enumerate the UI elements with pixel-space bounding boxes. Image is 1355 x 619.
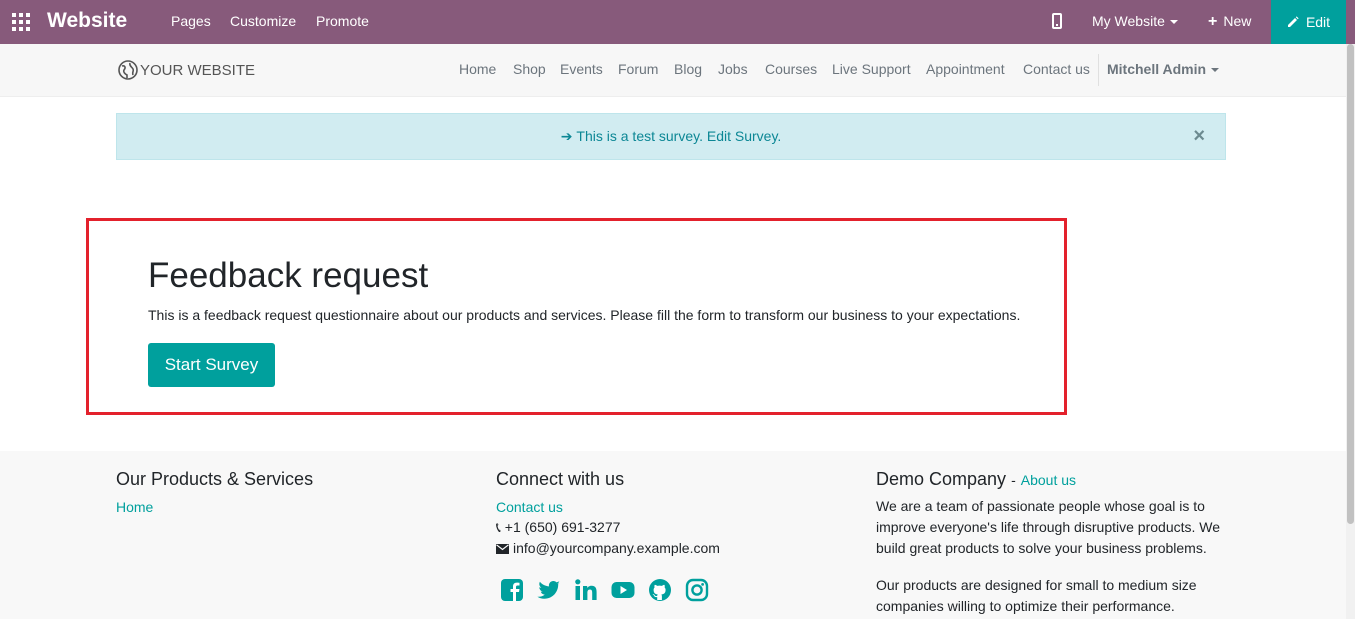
- caret-down-icon: [1211, 68, 1220, 73]
- alert-text: This is a test survey. Edit Survey.: [576, 128, 782, 144]
- nav-shop[interactable]: Shop: [513, 61, 546, 77]
- edit-button-label: Edit: [1305, 14, 1331, 30]
- about-us-link[interactable]: About us: [1021, 472, 1076, 488]
- globe-icon: [118, 60, 138, 80]
- heading-dash: -: [1011, 472, 1016, 488]
- nav-blog[interactable]: Blog: [674, 61, 702, 77]
- email-address: info@yourcompany.example.com: [513, 540, 720, 556]
- footer-home-link[interactable]: Home: [116, 499, 153, 515]
- survey-description: This is a feedback request questionnaire…: [148, 307, 1021, 323]
- footer-email: info@yourcompany.example.com: [496, 538, 720, 559]
- site-navbar: YOUR WEBSITE Home Shop Events Forum Blog…: [0, 44, 1346, 97]
- website-selector[interactable]: My Website: [1092, 13, 1178, 29]
- nav-home[interactable]: Home: [459, 61, 496, 77]
- youtube-icon[interactable]: [611, 578, 635, 602]
- plus-icon: +: [1208, 13, 1218, 30]
- nav-events[interactable]: Events: [560, 61, 603, 77]
- edit-survey-link[interactable]: ➔ This is a test survey. Edit Survey.: [561, 128, 782, 145]
- menu-customize[interactable]: Customize: [230, 13, 296, 29]
- user-name: Mitchell Admin: [1107, 61, 1207, 77]
- envelope-icon: [496, 543, 509, 554]
- start-survey-button[interactable]: Start Survey: [148, 343, 275, 387]
- footer-company-heading: Demo Company - About us: [876, 469, 1076, 490]
- menu-pages[interactable]: Pages: [171, 13, 211, 29]
- admin-topbar: Website Pages Customize Promote My Websi…: [0, 0, 1355, 44]
- user-menu[interactable]: Mitchell Admin: [1107, 61, 1220, 77]
- logo-text: YOUR WEBSITE: [140, 61, 256, 79]
- company-name: Demo Company: [876, 469, 1007, 489]
- facebook-icon[interactable]: [500, 578, 524, 602]
- app-brand[interactable]: Website: [47, 9, 127, 33]
- site-logo[interactable]: YOUR WEBSITE: [118, 60, 255, 80]
- footer-company-para1: We are a team of passionate people whose…: [876, 498, 1221, 556]
- github-icon[interactable]: [648, 578, 672, 602]
- phone-icon: 📞︎: [496, 519, 501, 535]
- close-icon[interactable]: ×: [1193, 126, 1205, 146]
- caret-down-icon: [1169, 20, 1178, 25]
- menu-promote[interactable]: Promote: [316, 13, 369, 29]
- nav-contact-us[interactable]: Contact us: [1023, 61, 1090, 77]
- apps-grid-icon[interactable]: [12, 13, 30, 31]
- footer-contact-link[interactable]: Contact us: [496, 499, 563, 515]
- mobile-preview-icon[interactable]: [1052, 13, 1062, 29]
- pencil-icon: [1287, 16, 1299, 27]
- nav-live-support[interactable]: Live Support: [832, 61, 911, 77]
- new-button[interactable]: + New: [1208, 13, 1251, 31]
- edit-button[interactable]: Edit: [1271, 0, 1346, 44]
- footer-phone: 📞︎ +1 (650) 691-3277: [496, 517, 620, 538]
- phone-number: +1 (650) 691-3277: [504, 519, 621, 535]
- arrow-right-icon: ➔: [560, 128, 573, 144]
- nav-forum[interactable]: Forum: [618, 61, 658, 77]
- nav-appointment[interactable]: Appointment: [926, 61, 1005, 77]
- footer-products-heading: Our Products & Services: [116, 469, 314, 489]
- nav-divider: [1098, 54, 1099, 86]
- survey-title: Feedback request: [148, 256, 429, 295]
- nav-jobs[interactable]: Jobs: [718, 61, 748, 77]
- footer-company-para2: Our products are designed for small to m…: [876, 577, 1197, 614]
- instagram-icon[interactable]: [685, 578, 709, 602]
- test-survey-alert: ➔ This is a test survey. Edit Survey. ×: [116, 113, 1226, 160]
- twitter-icon[interactable]: [537, 578, 561, 602]
- footer-connect-heading: Connect with us: [496, 469, 625, 489]
- nav-courses[interactable]: Courses: [765, 61, 817, 77]
- linkedin-icon[interactable]: [574, 578, 598, 602]
- scrollbar-thumb[interactable]: [1347, 44, 1354, 524]
- new-button-label: New: [1223, 13, 1252, 29]
- website-selector-label: My Website: [1092, 13, 1165, 29]
